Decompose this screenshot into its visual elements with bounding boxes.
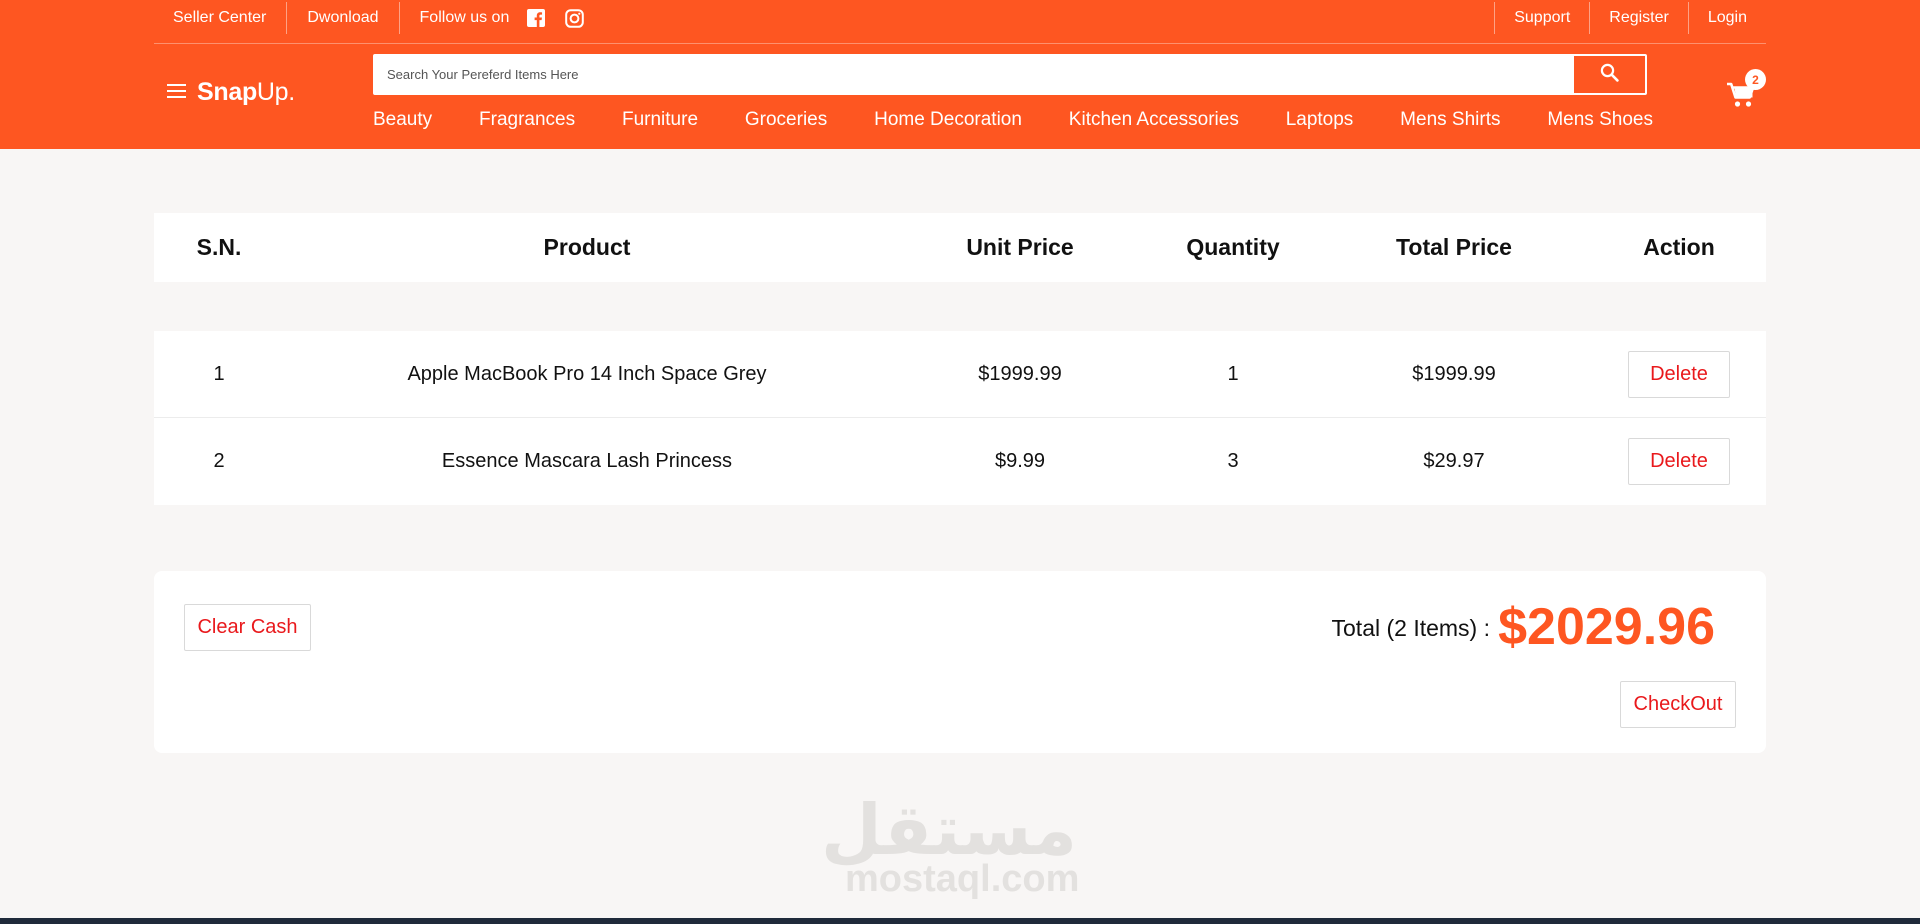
- facebook-icon[interactable]: [527, 9, 546, 27]
- search-input[interactable]: [375, 56, 1569, 93]
- row-sn: 2: [213, 450, 225, 472]
- category-furniture[interactable]: Furniture: [622, 109, 698, 131]
- category-beauty[interactable]: Beauty: [373, 109, 432, 131]
- row-quantity: 3: [1227, 450, 1239, 472]
- category-groceries[interactable]: Groceries: [745, 109, 827, 131]
- register-link[interactable]: Register: [1589, 2, 1688, 34]
- category-home-decoration[interactable]: Home Decoration: [874, 109, 1022, 131]
- clear-cart-button[interactable]: Clear Cash: [184, 604, 311, 651]
- cart-count-badge: 2: [1745, 69, 1766, 90]
- checkout-button[interactable]: CheckOut: [1620, 681, 1736, 728]
- row-action: Delete: [1592, 418, 1766, 505]
- header-quantity: Quantity: [1186, 234, 1280, 260]
- seller-center-link[interactable]: Seller Center: [154, 2, 288, 34]
- category-mens-shirts[interactable]: Mens Shirts: [1400, 109, 1500, 131]
- bottom-strip: [0, 918, 1920, 924]
- cart-table-header: S.N. Product Unit Price Quantity Total P…: [154, 213, 1766, 282]
- top-bar-left: Seller Center Dwonload Follow us on: [154, 0, 604, 36]
- header-unit-price: Unit Price: [966, 234, 1074, 260]
- category-fragrances[interactable]: Fragrances: [479, 109, 575, 131]
- delete-button[interactable]: Delete: [1628, 438, 1730, 485]
- logo-regular: Up.: [256, 78, 295, 106]
- login-link[interactable]: Login: [1687, 2, 1766, 34]
- watermark-arabic: مستقل: [820, 789, 1077, 871]
- row-unit-price: $1999.99: [978, 362, 1062, 385]
- support-link[interactable]: Support: [1494, 2, 1589, 34]
- header-product: Product: [543, 234, 631, 260]
- search-button[interactable]: [1574, 56, 1645, 93]
- row-total-price: $29.97: [1423, 450, 1485, 472]
- header-action: Action: [1643, 234, 1715, 260]
- hamburger-menu-icon[interactable]: [167, 84, 186, 98]
- header-sn: S.N.: [196, 234, 242, 260]
- table-row: 1 Apple MacBook Pro 14 Inch Space Grey $…: [154, 331, 1766, 418]
- total-items-label: Total (2 Items) :: [1331, 615, 1490, 641]
- logo[interactable]: SnapUp.: [197, 78, 295, 107]
- watermark: مستقل mostaql.com: [820, 789, 1080, 900]
- cart-summary: Clear Cash Total (2 Items) : $2029.96 Ch…: [154, 571, 1766, 753]
- instagram-icon[interactable]: [565, 8, 585, 28]
- row-sn: 1: [213, 362, 225, 385]
- delete-button[interactable]: Delete: [1628, 350, 1730, 398]
- follow-us-label: Follow us on: [419, 9, 510, 26]
- table-row: 2 Essence Mascara Lash Princess $9.99 3 …: [154, 418, 1766, 505]
- category-nav: Beauty Fragrances Furniture Groceries Ho…: [373, 109, 1653, 131]
- brand-bar: SnapUp. Beauty Fragrances Furniture Groc…: [154, 44, 1766, 149]
- row-unit-price: $9.99: [994, 450, 1046, 472]
- row-action: Delete: [1592, 331, 1766, 417]
- top-bar: Seller Center Dwonload Follow us on Supp…: [154, 0, 1766, 44]
- row-product: Essence Mascara Lash Princess: [441, 450, 733, 472]
- watermark-latin: mostaql.com: [845, 858, 1080, 900]
- header-total-price: Total Price: [1396, 234, 1512, 260]
- search-icon: [1600, 63, 1619, 87]
- total-amount: $2029.96: [1498, 598, 1715, 656]
- category-kitchen-accessories[interactable]: Kitchen Accessories: [1069, 109, 1239, 131]
- follow-us: Follow us on: [400, 2, 605, 34]
- row-total-price: $1999.99: [1412, 362, 1496, 385]
- category-laptops[interactable]: Laptops: [1286, 109, 1354, 131]
- top-bar-right: Support Register Login: [1494, 0, 1766, 36]
- category-mens-shoes[interactable]: Mens Shoes: [1547, 109, 1653, 131]
- site-header: Seller Center Dwonload Follow us on Supp…: [0, 0, 1920, 149]
- cart-button[interactable]: 2: [1725, 69, 1766, 111]
- row-quantity: 1: [1227, 362, 1239, 385]
- row-product: Apple MacBook Pro 14 Inch Space Grey: [407, 362, 767, 385]
- search-bar: [373, 54, 1647, 95]
- download-link[interactable]: Dwonload: [287, 2, 400, 34]
- logo-bold: Snap: [197, 78, 257, 106]
